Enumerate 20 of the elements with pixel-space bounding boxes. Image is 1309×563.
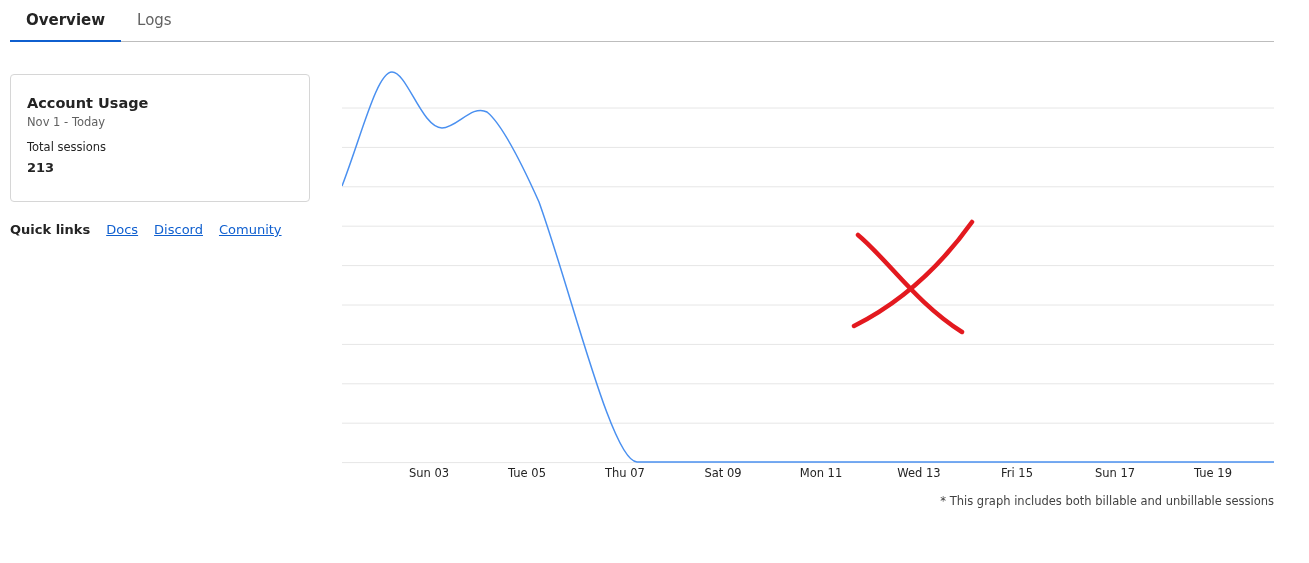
metric-value: 213: [27, 160, 56, 175]
axis-label: Sat 09: [703, 466, 743, 480]
axis-label: Thu 07: [604, 466, 646, 480]
quick-link[interactable]: Discord: [154, 222, 203, 237]
quick-link[interactable]: Comunity: [218, 222, 282, 237]
quick-links-label: Quick links: [10, 222, 91, 237]
quick-link[interactable]: Docs: [106, 222, 139, 237]
tab[interactable]: Logs: [121, 0, 188, 42]
chart-footnote: * This graph includes both billable and unbillable sessions: [939, 494, 1274, 508]
axis-label: Fri 15: [1000, 466, 1034, 480]
date-range: Nov 1 - Today: [27, 115, 107, 129]
card-title: Account Usage: [27, 95, 150, 111]
metric-label: Total sessions: [27, 140, 108, 154]
axis-label: Sun 03: [407, 466, 451, 480]
axis-label: Wed 13: [896, 466, 942, 480]
axis-label: Tue 19: [1193, 466, 1233, 480]
axis-label: Mon 11: [798, 466, 844, 480]
tab[interactable]: Overview: [10, 0, 122, 42]
axis-label: Sun 17: [1093, 466, 1137, 480]
axis-label: Tue 05: [507, 466, 547, 480]
